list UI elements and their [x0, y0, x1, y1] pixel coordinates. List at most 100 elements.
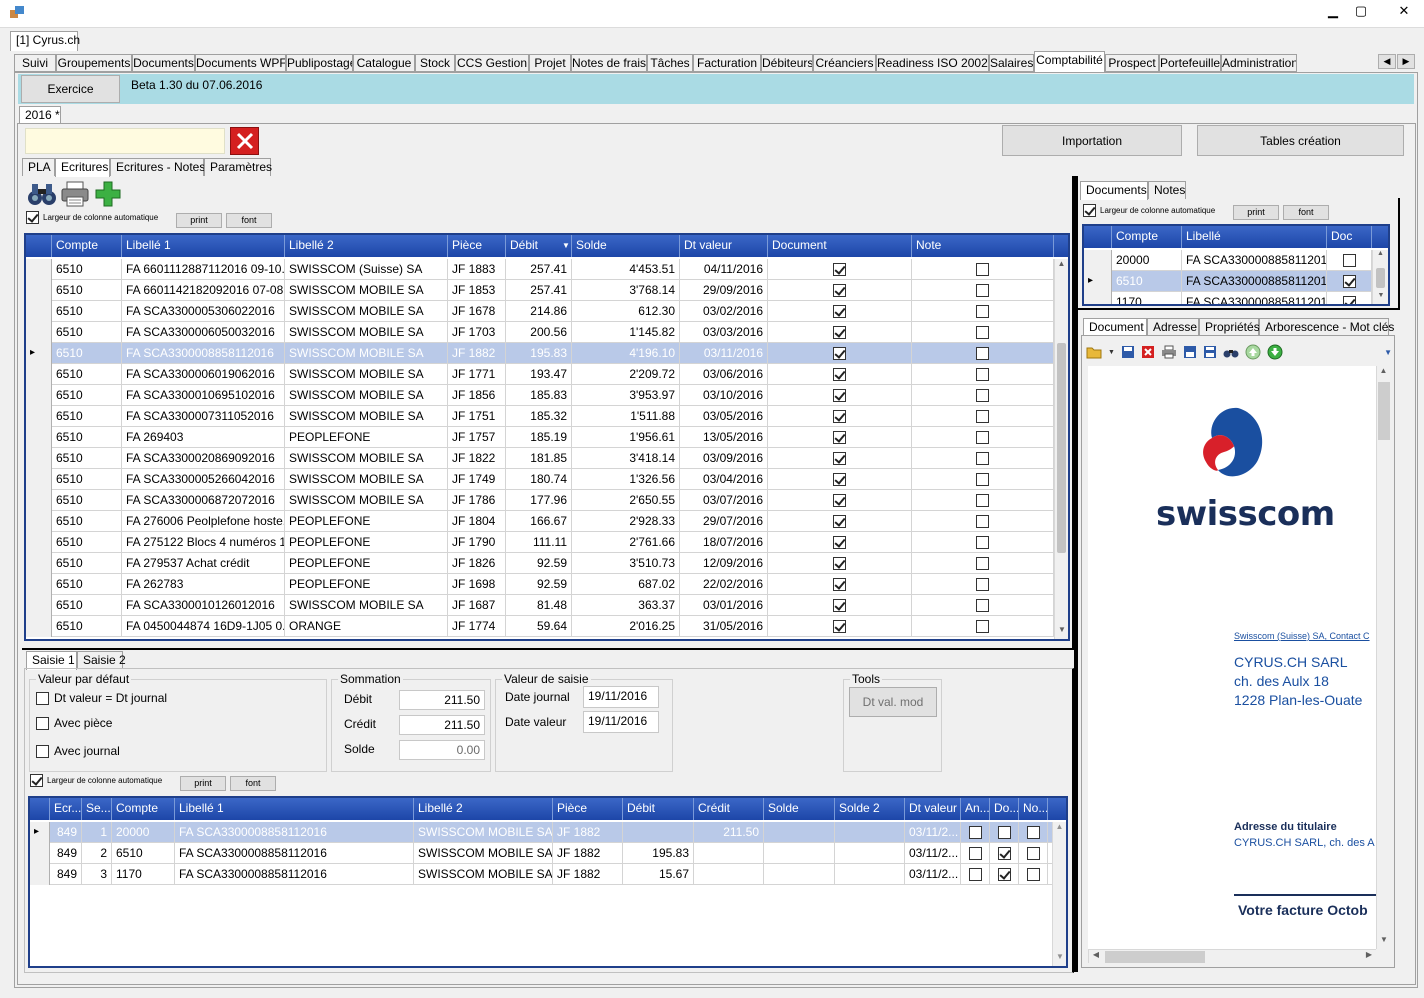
row-header[interactable]	[26, 511, 52, 532]
scroll-down-arrow[interactable]: ▼	[1055, 625, 1068, 639]
doc-scroll-thumb[interactable]	[1376, 268, 1385, 288]
cell-note[interactable]	[912, 469, 1054, 490]
documents-grid-scrollbar[interactable]: ▲ ▼	[1372, 250, 1388, 304]
cell-note[interactable]	[912, 259, 1054, 280]
main-tab-3[interactable]: Documents WPF	[195, 54, 286, 72]
doc-print-button[interactable]: print	[1233, 205, 1279, 220]
sort-desc-icon[interactable]: ▼	[562, 241, 570, 250]
cell-do[interactable]	[990, 843, 1019, 864]
delete-icon[interactable]	[1141, 345, 1155, 359]
doc-checkbox[interactable]	[833, 389, 846, 402]
doc-checkbox[interactable]	[833, 494, 846, 507]
note-checkbox[interactable]	[976, 515, 989, 528]
option-dt-valeur[interactable]: Dt valeur = Dt journal	[36, 691, 167, 705]
table-row[interactable]: 6510 FA 279537 Achat crédit PEOPLEFONE JF 1…	[26, 553, 1054, 574]
saisie-print-button[interactable]: print	[180, 776, 226, 791]
main-grid-col-compte[interactable]: Compte	[52, 235, 122, 257]
cell-note[interactable]	[912, 553, 1054, 574]
saisie-col-lib2[interactable]: Libellé 2	[414, 798, 553, 820]
saisie-auto-width-checkbox[interactable]	[30, 774, 43, 787]
exercice-button[interactable]: Exercice	[21, 75, 120, 103]
sub-tabs-item-3[interactable]: Paramètres	[204, 158, 272, 176]
preview-tabs-item-1[interactable]: Adresse	[1147, 318, 1199, 336]
doc-scroll-up-arrow[interactable]: ▲	[1373, 250, 1388, 262]
document-tab[interactable]: [1] Cyrus.ch	[10, 31, 80, 51]
dt-val-mod-button[interactable]: Dt val. mod	[849, 687, 937, 717]
table-row[interactable]: 6510 FA SCA3300005306022016 SWISSCOM MOBIL…	[26, 301, 1054, 322]
preview-scroll-right-arrow[interactable]: ▶	[1362, 950, 1376, 964]
row-header[interactable]	[30, 843, 50, 864]
preview-hscrollbar[interactable]: ◀ ▶	[1088, 949, 1376, 963]
cell-do[interactable]	[990, 864, 1019, 885]
sub-tabs-item-1[interactable]: Ecritures	[55, 158, 110, 177]
row-header[interactable]	[26, 301, 52, 322]
sub-tabs-item-2[interactable]: Ecritures - Notes	[110, 158, 205, 176]
cell-doc[interactable]	[768, 343, 912, 364]
saisie-scroll-up-arrow[interactable]: ▲	[1053, 822, 1066, 836]
cell-doc[interactable]	[768, 322, 912, 343]
doc-scroll-down-arrow[interactable]: ▼	[1373, 292, 1388, 304]
ecritures-grid-scrollbar[interactable]: ▲ ▼	[1054, 259, 1068, 639]
cell-note[interactable]	[912, 532, 1054, 553]
preview-tabs-item-2[interactable]: Propriétés	[1199, 318, 1260, 336]
main-tab-5[interactable]: Catalogue	[353, 54, 415, 72]
note-checkbox[interactable]	[976, 263, 989, 276]
row-header[interactable]	[26, 427, 52, 448]
cell-note[interactable]	[912, 406, 1054, 427]
table-row[interactable]: 6510 FA 6601142182092016 07-08... SWISSCOM…	[26, 280, 1054, 301]
option-avec-piece[interactable]: Avec pièce	[36, 716, 112, 730]
doc-checkbox[interactable]	[833, 452, 846, 465]
preview-hscroll-thumb[interactable]	[1105, 951, 1205, 963]
doc-checkbox[interactable]	[833, 578, 846, 591]
doc-row[interactable]: 1170 FA SCA3300008858112016	[1084, 292, 1372, 304]
note-checkbox[interactable]	[976, 284, 989, 297]
doc-checkbox[interactable]	[833, 557, 846, 570]
row-header[interactable]: ▸	[26, 343, 52, 364]
tabs-scroll-right[interactable]: ▶	[1397, 54, 1415, 69]
toolbar-overflow-icon[interactable]: ▼	[1384, 348, 1392, 357]
cell-note[interactable]	[912, 364, 1054, 385]
cell-doc[interactable]	[768, 616, 912, 637]
preview-print-icon[interactable]	[1161, 345, 1177, 359]
main-tab-6[interactable]: Stock	[415, 54, 455, 72]
cell-doc[interactable]	[768, 532, 912, 553]
no-checkbox[interactable]	[1026, 847, 1040, 860]
cell-doc[interactable]	[768, 574, 912, 595]
date-valeur-field[interactable]: 19/11/2016	[583, 711, 659, 733]
main-tab-2[interactable]: Documents	[132, 54, 195, 72]
maximize-button[interactable]: ▢	[1346, 0, 1376, 22]
note-checkbox[interactable]	[976, 557, 989, 570]
print-button[interactable]: print	[176, 213, 222, 228]
doc-checkbox[interactable]	[833, 263, 846, 276]
main-tab-18[interactable]: Portefeuille	[1159, 54, 1221, 72]
saisie-col-an[interactable]: An...	[961, 798, 990, 820]
up-arrow-icon[interactable]	[1245, 344, 1261, 360]
saisie-col-ecr[interactable]: Ecr...	[50, 798, 82, 820]
table-row[interactable]: 6510 FA SCA3300010695102016 SWISSCOM MOBIL…	[26, 385, 1054, 406]
row-header[interactable]	[26, 322, 52, 343]
row-header[interactable]: ▸	[1084, 271, 1112, 292]
save-copy-icon[interactable]	[1183, 345, 1197, 359]
save-all-icon[interactable]	[1203, 345, 1217, 359]
cell-note[interactable]	[912, 595, 1054, 616]
main-grid-col-note[interactable]: Note	[912, 235, 1054, 257]
doc-font-button[interactable]: font	[1283, 205, 1329, 220]
doc-checkbox[interactable]	[833, 599, 846, 612]
cell-note[interactable]	[912, 490, 1054, 511]
doc-auto-width-checkbox[interactable]	[1083, 204, 1096, 217]
minimize-button[interactable]: ▁	[1318, 0, 1348, 22]
save-icon[interactable]	[1121, 345, 1135, 359]
printer-icon[interactable]	[60, 180, 90, 208]
an-checkbox[interactable]	[968, 868, 982, 881]
main-tab-8[interactable]: Projet	[529, 54, 571, 72]
no-checkbox[interactable]	[1026, 868, 1040, 881]
down-arrow-icon[interactable]	[1267, 344, 1283, 360]
cell-note[interactable]	[912, 616, 1054, 637]
row-header[interactable]	[26, 406, 52, 427]
saisie-font-button[interactable]: font	[230, 776, 276, 791]
cell-doc[interactable]	[768, 553, 912, 574]
note-checkbox[interactable]	[976, 620, 989, 633]
saisie-col-debit[interactable]: Débit	[623, 798, 694, 820]
importation-button[interactable]: Importation	[1002, 125, 1182, 156]
doc-checkbox[interactable]	[833, 536, 846, 549]
